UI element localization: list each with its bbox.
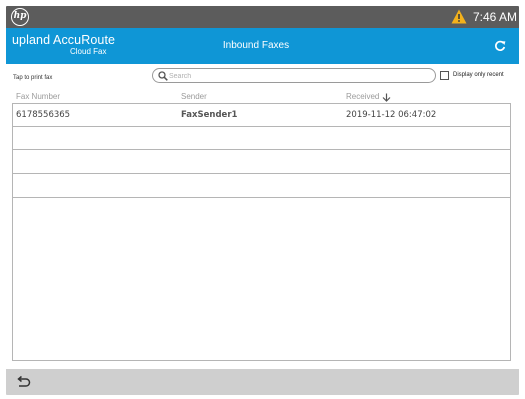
print-hint: Tap to print fax xyxy=(13,75,53,81)
table-row[interactable] xyxy=(13,175,510,198)
received-cell: 2019-11-12 06:47:02 xyxy=(346,110,437,120)
brand-name: upland AccuRoute xyxy=(12,33,116,47)
search-icon xyxy=(158,71,168,81)
table-row[interactable] xyxy=(13,127,510,150)
app-header: upland AccuRoute Cloud Fax Inbound Faxes xyxy=(6,28,519,64)
display-recent-checkbox[interactable] xyxy=(440,71,449,80)
brand-product: Cloud Fax xyxy=(70,47,107,56)
table-row[interactable]: 6178556365 FaxSender1 2019-11-12 06:47:0… xyxy=(13,104,510,127)
clock: 7:46 AM xyxy=(473,10,518,24)
arrow-down-icon xyxy=(382,93,391,102)
toolbar: Tap to print fax Display only recent xyxy=(6,64,519,90)
fax-table: 6178556365 FaxSender1 2019-11-12 06:47:0… xyxy=(12,103,511,361)
table-row[interactable] xyxy=(13,151,510,174)
column-header-fax-number[interactable]: Fax Number xyxy=(16,92,60,101)
bottom-bar xyxy=(6,369,519,395)
warning-icon[interactable] xyxy=(451,9,467,24)
fax-number-cell: 6178556365 xyxy=(16,110,71,120)
refresh-icon[interactable] xyxy=(494,40,506,52)
back-arrow-icon[interactable] xyxy=(15,375,31,389)
column-header-sender[interactable]: Sender xyxy=(181,92,207,101)
search-box[interactable] xyxy=(152,68,436,83)
brand-logo: upland AccuRoute Cloud Fax xyxy=(12,33,116,57)
hp-logo-icon: hp xyxy=(11,8,29,26)
display-recent-label: Display only recent xyxy=(453,72,504,78)
column-header-received[interactable]: Received xyxy=(346,92,379,101)
device-screen: hp 7:46 AM upland AccuRoute Cloud Fax In… xyxy=(6,6,519,395)
sender-cell: FaxSender1 xyxy=(181,110,238,120)
page-title: Inbound Faxes xyxy=(222,40,290,51)
search-input[interactable] xyxy=(169,70,424,82)
status-bar: hp 7:46 AM xyxy=(6,6,519,28)
